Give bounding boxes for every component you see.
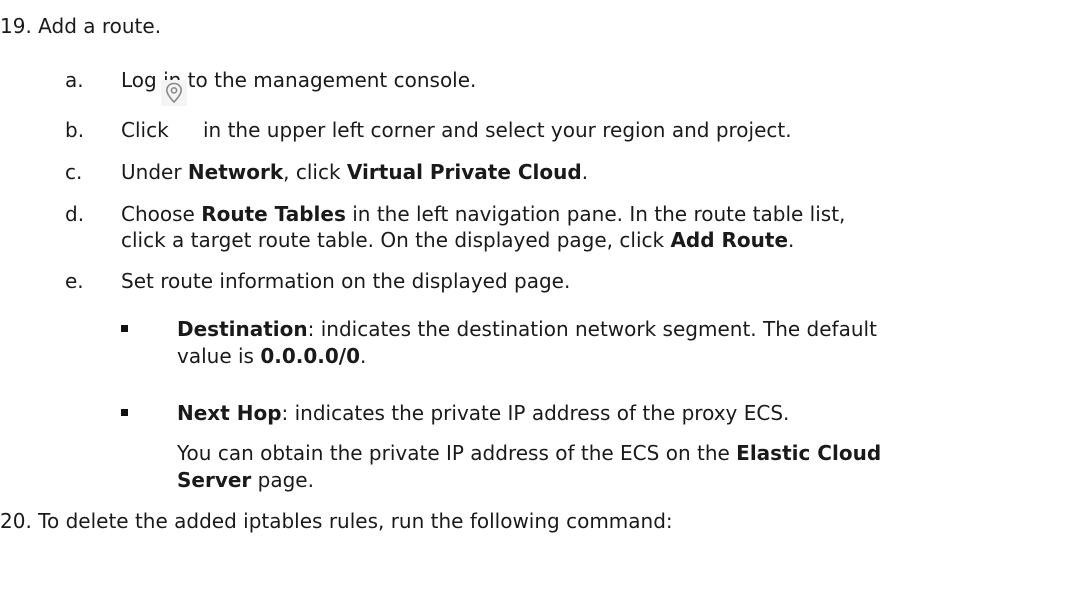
next-hop-para-line1: You can obtain the private IP address of… bbox=[177, 441, 882, 465]
substep-d-letter: d. bbox=[65, 202, 85, 226]
default-value: 0.0.0.0/0 bbox=[260, 344, 361, 368]
substep-b-suffix: in the upper left corner and select your… bbox=[203, 118, 792, 142]
step-20-text: To delete the added iptables rules, run … bbox=[38, 509, 673, 533]
step-19-heading: 19. Add a route. bbox=[0, 13, 161, 39]
step-19-number: 19. bbox=[0, 14, 32, 38]
next-hop-line: Next Hop: indicates the private IP addre… bbox=[177, 401, 790, 425]
step-20-number: 20. bbox=[0, 509, 32, 533]
step-19-title: Add a route. bbox=[38, 14, 162, 38]
substep-e-letter: e. bbox=[65, 269, 84, 293]
bullet-next-hop bbox=[121, 409, 128, 416]
destination-line2: value is 0.0.0.0/0. bbox=[177, 344, 367, 368]
step-20-heading: 20. To delete the added iptables rules, … bbox=[0, 508, 673, 534]
network-term: Network bbox=[187, 160, 284, 184]
destination-line1: Destination: indicates the destination n… bbox=[177, 317, 877, 341]
substep-c-text: Under Network, click Virtual Private Clo… bbox=[121, 160, 589, 184]
substep-d-line2: click a target route table. On the displ… bbox=[121, 228, 795, 252]
add-route-term: Add Route bbox=[670, 228, 789, 252]
bullet-destination bbox=[121, 325, 128, 332]
substep-e-text: Set route information on the displayed p… bbox=[121, 269, 571, 293]
location-pin-icon bbox=[161, 80, 187, 106]
next-hop-para-line2: Server page. bbox=[177, 468, 314, 492]
server-term: Server bbox=[177, 468, 252, 492]
route-tables-term: Route Tables bbox=[201, 202, 346, 226]
vpc-term: Virtual Private Cloud bbox=[346, 160, 582, 184]
elastic-cloud-term: Elastic Cloud bbox=[736, 441, 882, 465]
destination-term: Destination bbox=[177, 317, 308, 341]
substep-d-line1: Choose Route Tables in the left navigati… bbox=[121, 202, 846, 226]
substep-b-letter: b. bbox=[65, 118, 85, 142]
substep-a-letter: a. bbox=[65, 68, 84, 92]
substep-b-prefix: Click bbox=[121, 118, 169, 142]
next-hop-term: Next Hop bbox=[177, 401, 282, 425]
substep-c-letter: c. bbox=[65, 160, 83, 184]
